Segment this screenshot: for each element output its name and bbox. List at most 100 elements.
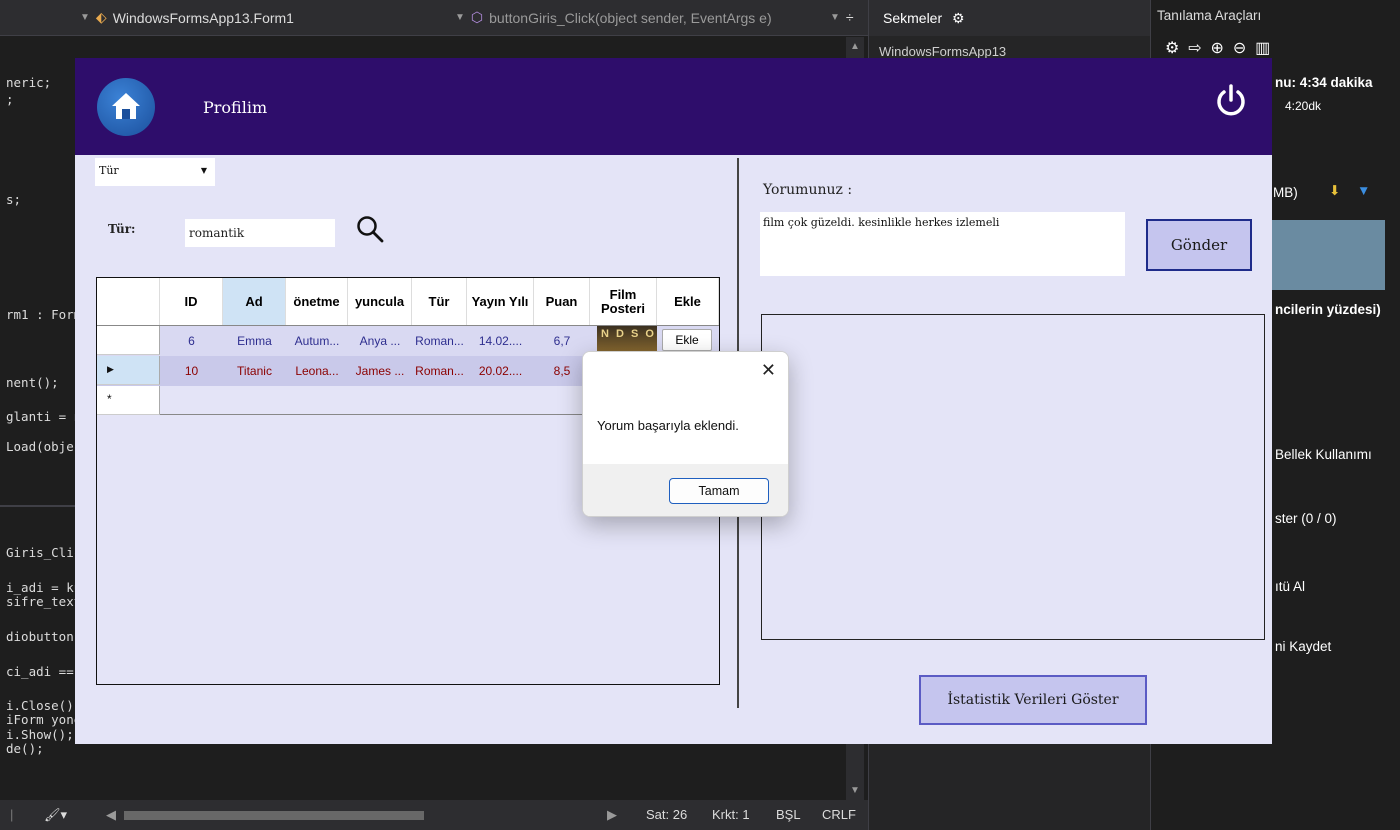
scroll-left-icon[interactable]: ◀ xyxy=(106,807,116,823)
column-header-yayin-yili[interactable]: Yayın Yılı xyxy=(467,278,534,325)
grid-header: ID Ad önetme yuncula Tür Yayın Yılı Puan… xyxy=(97,278,719,326)
code-line[interactable]: s; xyxy=(6,192,21,207)
cell-tur[interactable]: Roman... xyxy=(412,326,467,355)
code-line[interactable]: ; xyxy=(6,92,14,107)
type-search-input[interactable]: romantik xyxy=(185,219,335,247)
type-dropdown[interactable]: Tür ▼ xyxy=(95,158,215,186)
method-dropdown[interactable]: ▼ ⬡ buttonGiris_Click(object sender, Eve… xyxy=(455,9,772,26)
code-line[interactable]: de(); xyxy=(6,741,44,756)
memory-usage-tab[interactable]: Bellek Kullanımı xyxy=(1275,447,1372,462)
new-row-icon: * xyxy=(107,392,112,406)
code-line[interactable]: i.Show(); xyxy=(6,727,74,742)
scroll-right-icon[interactable]: ▶ xyxy=(607,807,617,823)
power-icon[interactable] xyxy=(1213,83,1249,124)
status-divider: | xyxy=(10,807,14,822)
cell-oyuncular[interactable]: Anya ... xyxy=(348,326,412,355)
tabs-panel-header: Sekmeler ⚙ xyxy=(869,0,1150,36)
add-button[interactable]: Ekle xyxy=(662,329,712,351)
scroll-up-icon[interactable]: ▲ xyxy=(850,41,860,52)
poster-text: N D S O xyxy=(601,328,656,340)
page-title: Profilim xyxy=(203,98,268,117)
code-line[interactable]: glanti = n xyxy=(6,409,81,424)
ide-status-bar: | 🖌▾ ◀ ▶ Sat: 26 Krkt: 1 BŞL CRLF xyxy=(0,800,868,830)
code-line[interactable]: Load(objec xyxy=(6,439,81,454)
type-label: Tür: xyxy=(108,222,136,236)
take-snapshot-button[interactable]: ıtü Al xyxy=(1275,579,1305,594)
class-dropdown[interactable]: ▼ ⬖ WindowsFormsApp13.Form1 xyxy=(80,9,294,26)
cell-yayin-yili[interactable]: 20.02.... xyxy=(467,356,534,385)
ok-button[interactable]: Tamam xyxy=(669,478,769,504)
method-dropdown-label: buttonGiris_Click(object sender, EventAr… xyxy=(489,9,772,26)
cell-puan[interactable]: 6,7 xyxy=(534,326,590,355)
code-line[interactable]: sifre_text xyxy=(6,594,81,609)
tabs-panel-title: Sekmeler xyxy=(883,10,943,26)
diagnostics-toolbar-icons[interactable]: ⚙ ⇨ ⊕ ⊖ ▥ xyxy=(1165,38,1270,58)
cell-ad[interactable]: Emma xyxy=(223,326,286,355)
horizontal-scrollbar-thumb[interactable] xyxy=(124,811,424,820)
send-button[interactable]: Gönder xyxy=(1146,219,1252,271)
show-snapshots-link[interactable]: ster (0 / 0) xyxy=(1275,511,1337,526)
cell-yonetmen[interactable]: Autum... xyxy=(286,326,348,355)
memory-axis-label: MB) xyxy=(1273,185,1298,200)
cell-oyuncular[interactable]: James ... xyxy=(348,356,412,385)
row-header[interactable]: * xyxy=(97,386,160,415)
dialog-title-bar: ✕ xyxy=(583,352,788,388)
status-line: Sat: 26 xyxy=(646,807,688,822)
method-icon: ⬡ xyxy=(470,9,484,25)
editor-splitter[interactable] xyxy=(0,505,78,507)
cell-yonetmen[interactable]: Leona... xyxy=(286,356,348,385)
scroll-down-icon[interactable]: ▼ xyxy=(850,785,860,796)
comment-textarea[interactable]: film çok güzeldi. kesinlikle herkes izle… xyxy=(760,212,1125,276)
save-button[interactable]: ni Kaydet xyxy=(1275,639,1331,654)
code-line[interactable]: ci_adi == xyxy=(6,664,74,679)
column-header-oyuncular[interactable]: yuncula xyxy=(348,278,412,325)
timeline-time: 4:20dk xyxy=(1285,99,1322,113)
memory-chart xyxy=(1270,220,1385,290)
code-line[interactable]: rm1 : Form xyxy=(6,307,81,322)
chevron-down-icon: ▼ xyxy=(80,12,90,23)
show-statistics-button[interactable]: İstatistik Verileri Göster xyxy=(919,675,1147,725)
cell-id[interactable]: 6 xyxy=(160,326,223,355)
cell-id[interactable]: 10 xyxy=(160,356,223,385)
column-header-tur[interactable]: Tür xyxy=(412,278,467,325)
row-header[interactable]: ▶ xyxy=(97,356,160,385)
gc-marker-icon: ▼ xyxy=(1357,183,1371,198)
status-eol: CRLF xyxy=(822,807,856,822)
cell-ad[interactable]: Titanic xyxy=(223,356,286,385)
code-line[interactable]: diobutton. xyxy=(6,629,81,644)
cell-yayin-yili[interactable]: 14.02.... xyxy=(467,326,534,355)
close-icon[interactable]: ✕ xyxy=(761,360,776,381)
code-line[interactable]: i_adi = ku xyxy=(6,580,81,595)
column-header-film-posteri[interactable]: Film Posteri xyxy=(590,278,657,325)
form-header: Profilim xyxy=(75,58,1272,155)
chevron-down-icon: ▼ xyxy=(200,166,207,175)
class-dropdown-label: WindowsFormsApp13.Form1 xyxy=(112,9,294,26)
cpu-label: ncilerin yüzdesi) xyxy=(1275,302,1381,317)
column-header-yonetmen[interactable]: önetme xyxy=(286,278,348,325)
status-mode: BŞL xyxy=(776,807,801,822)
new-row[interactable]: * xyxy=(97,386,160,415)
search-icon[interactable] xyxy=(355,214,385,249)
code-line[interactable]: Giris_Clic xyxy=(6,545,81,560)
row-header-corner xyxy=(97,278,160,325)
session-duration: nu: 4:34 dakika xyxy=(1275,75,1373,90)
row-header[interactable] xyxy=(97,326,160,355)
column-header-id[interactable]: ID xyxy=(160,278,223,325)
type-dropdown-value: Tür xyxy=(99,164,119,177)
column-header-ad[interactable]: Ad xyxy=(223,278,286,325)
cell-tur[interactable]: Roman... xyxy=(412,356,467,385)
split-icon: ÷ xyxy=(845,9,854,25)
gear-icon[interactable]: ⚙ xyxy=(952,10,965,26)
code-line[interactable]: iForm yone xyxy=(6,712,81,727)
code-line[interactable]: i.Close(); xyxy=(6,698,81,713)
column-header-puan[interactable]: Puan xyxy=(534,278,590,325)
brush-icon[interactable]: 🖌▾ xyxy=(44,807,67,823)
code-line[interactable]: neric; xyxy=(6,75,51,90)
dialog-footer: Tamam xyxy=(583,464,788,516)
home-icon[interactable] xyxy=(97,78,155,136)
member-dropdown[interactable]: ▼ ÷ xyxy=(830,9,854,25)
chevron-down-icon: ▼ xyxy=(830,11,840,23)
column-header-ekle[interactable]: Ekle xyxy=(657,278,719,325)
code-line[interactable]: nent(); xyxy=(6,375,59,390)
snapshot-marker-icon: ⬇ xyxy=(1329,183,1341,198)
